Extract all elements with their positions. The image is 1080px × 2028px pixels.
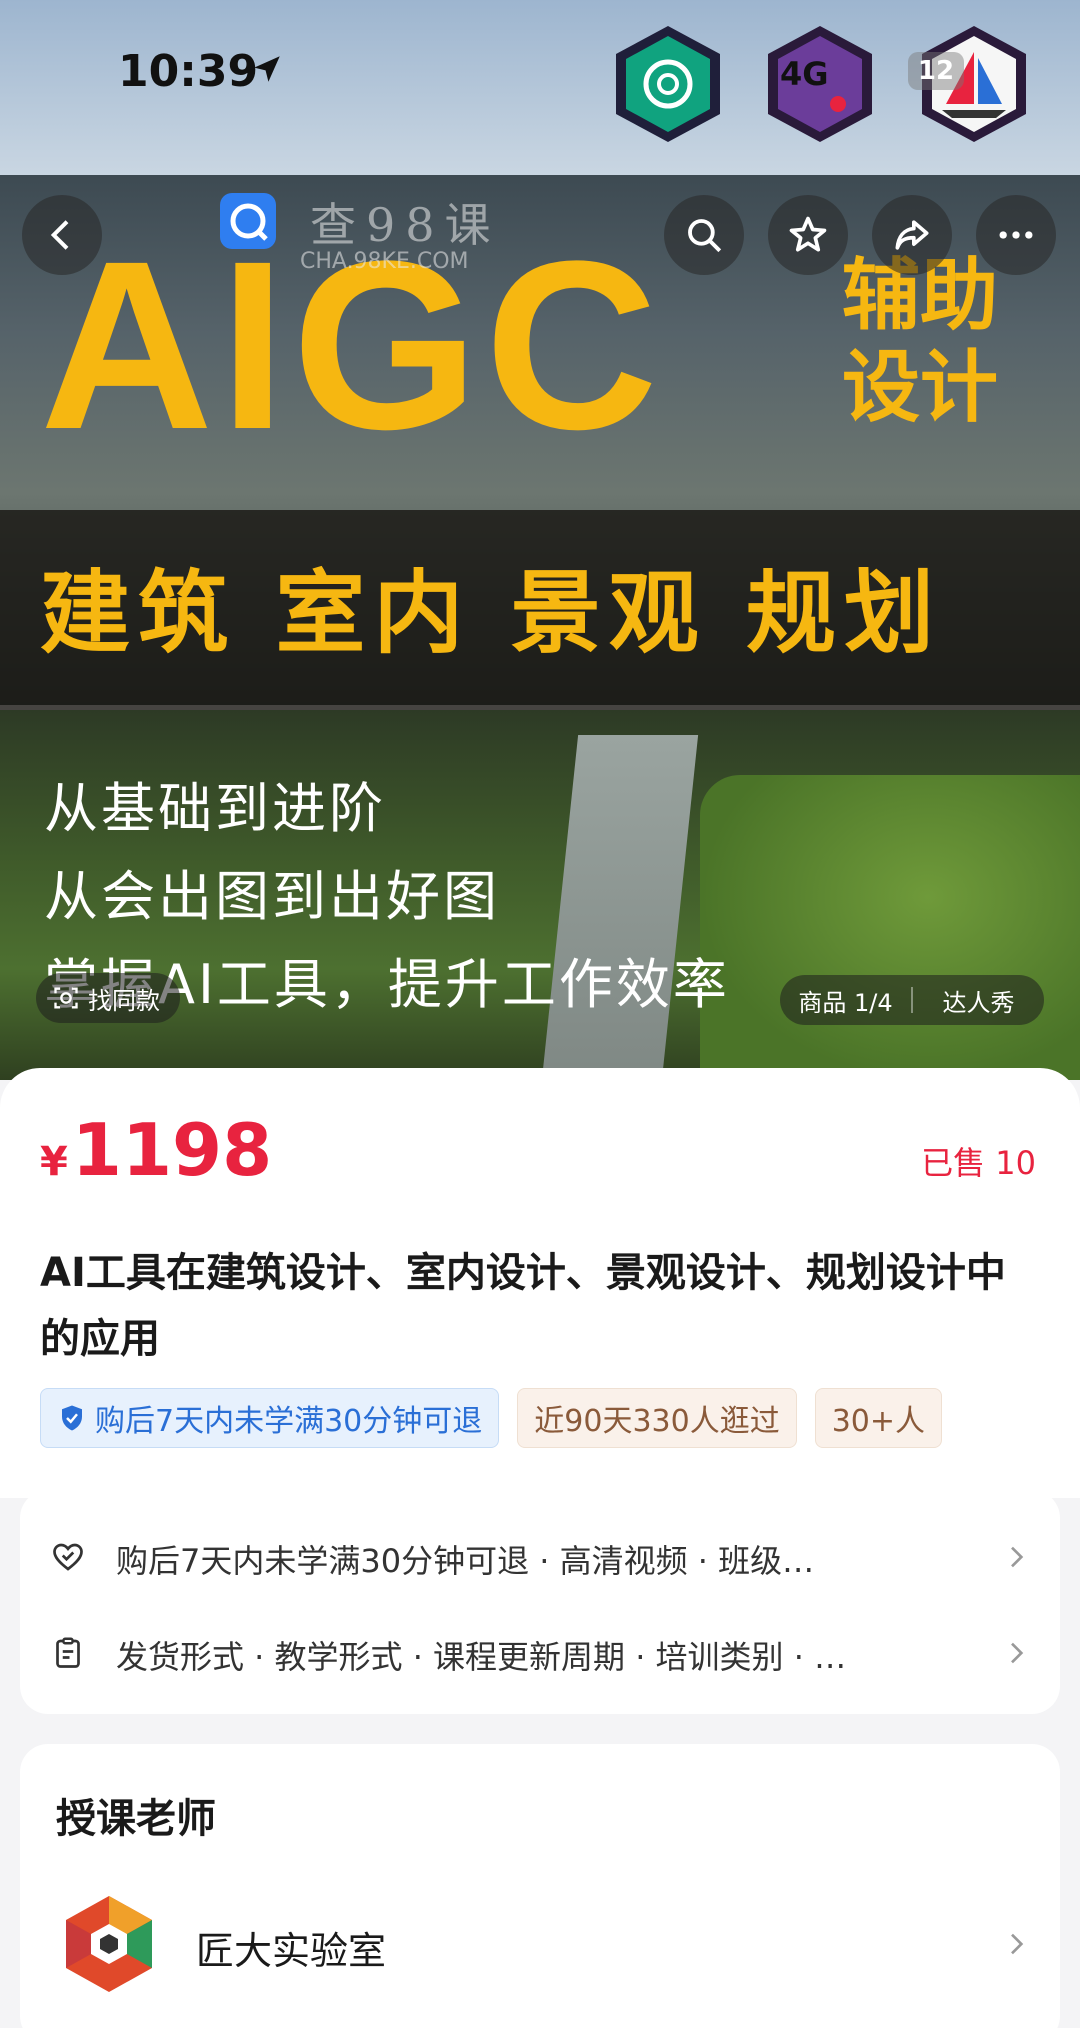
- favorite-button[interactable]: [768, 195, 848, 275]
- watermark-url: CHA.98KE.COM: [300, 249, 469, 274]
- teacher-card: 授课老师 匠大实验室: [20, 1744, 1060, 2028]
- image-counter-pill: 商品 1/4 达人秀: [780, 975, 1044, 1025]
- showcase-tab[interactable]: 达人秀: [913, 983, 1044, 1018]
- scan-icon: [54, 987, 78, 1009]
- refund-tag-label: 购后7天内未学满30分钟可退: [95, 1404, 483, 1439]
- currency-symbol: ¥: [40, 1139, 68, 1185]
- find-similar-label: 找同款: [88, 986, 160, 1015]
- hero-line: 从会出图到出好图: [44, 865, 500, 928]
- service-card: 购后7天内未学满30分钟可退 · 高清视频 · 班级… 发货形式 · 教学形式 …: [20, 1490, 1060, 1714]
- more-dots-icon: [999, 231, 1033, 239]
- sold-count: 已售 10: [921, 1144, 1036, 1182]
- teacher-logo-icon: [66, 1896, 152, 1992]
- status-time: 10:39: [118, 46, 259, 97]
- star-icon: [789, 216, 827, 252]
- views-tag: 近90天330人逛过: [517, 1388, 797, 1448]
- product-tags: 购后7天内未学满30分钟可退 近90天330人逛过 30+人: [40, 1388, 1040, 1448]
- people-tag: 30+人: [814, 1388, 943, 1448]
- watermark-text: 查98课: [310, 198, 501, 252]
- location-arrow-icon: [254, 56, 280, 82]
- share-icon: [895, 220, 929, 250]
- price-value: 1198: [71, 1108, 273, 1192]
- find-similar-button[interactable]: 找同款: [36, 973, 180, 1023]
- teacher-row[interactable]: 匠大实验室: [20, 1884, 1060, 2004]
- product-title: AI工具在建筑设计、室内设计、景观设计、规划设计中的应用: [40, 1250, 1006, 1362]
- battery-indicator: 12: [908, 52, 964, 90]
- service-row-guarantee[interactable]: 购后7天内未学满30分钟可退 · 高清视频 · 班级…: [20, 1512, 1060, 1602]
- hero-title-side: 辅助设计: [841, 251, 998, 433]
- hero-lawn: [700, 775, 1080, 1080]
- network-indicator: 4G: [780, 55, 829, 93]
- hero-line: 从基础到进阶: [44, 777, 386, 840]
- chevron-left-icon: [50, 220, 69, 250]
- heart-shield-icon: [53, 1543, 83, 1571]
- status-bar: 10:39 4G 12: [0, 0, 1080, 175]
- back-button[interactable]: [22, 195, 102, 275]
- service-guarantee-text: 购后7天内未学满30分钟可退 · 高清视频 · 班级…: [116, 1542, 815, 1580]
- search-button[interactable]: [664, 195, 744, 275]
- refund-tag[interactable]: 购后7天内未学满30分钟可退: [40, 1388, 500, 1448]
- more-button[interactable]: [976, 195, 1056, 275]
- service-params-text: 发货形式 · 教学形式 · 课程更新周期 · 培训类别 · …: [116, 1638, 847, 1676]
- shield-check-icon: [62, 1405, 82, 1431]
- chevron-right-icon: [1011, 1933, 1024, 1955]
- chevron-right-icon: [1011, 1546, 1024, 1568]
- chevron-right-icon: [1011, 1642, 1024, 1664]
- product-image-carousel[interactable]: AIGC 辅助设计 建筑 室内 景观 规划 从基础到进阶 从会出图到出好图 掌握…: [0, 175, 1080, 1080]
- teacher-name: 匠大实验室: [196, 1929, 387, 1973]
- service-row-params[interactable]: 发货形式 · 教学形式 · 课程更新周期 · 培训类别 · …: [20, 1608, 1060, 1698]
- hero-subtitle: 建筑 室内 景观 规划: [40, 561, 942, 666]
- product-info-card: ¥ 1198 已售 10 AI工具在建筑设计、室内设计、景观设计、规划设计中的应…: [0, 1068, 1080, 1498]
- chatgpt-app-icon[interactable]: [610, 22, 726, 146]
- image-counter[interactable]: 商品 1/4: [780, 983, 911, 1018]
- clipboard-icon: [56, 1637, 80, 1668]
- search-icon: [688, 219, 722, 253]
- teacher-heading: 授课老师: [56, 1796, 216, 1842]
- price: ¥ 1198: [40, 1108, 272, 1192]
- share-button[interactable]: [872, 195, 952, 275]
- watermark-logo-icon: [220, 193, 276, 249]
